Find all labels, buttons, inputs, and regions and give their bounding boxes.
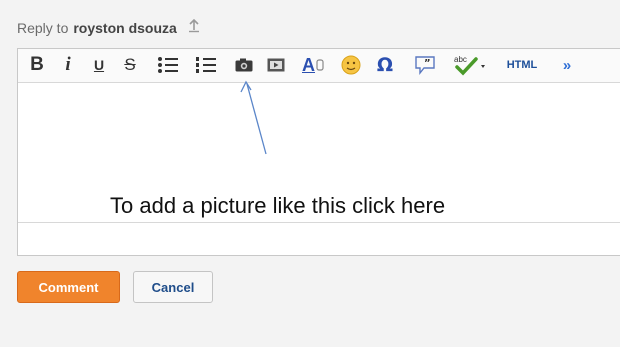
editor-content-area[interactable]: To add a picture like this click here bbox=[18, 83, 620, 221]
more-icon[interactable]: » bbox=[556, 54, 578, 76]
editor-toolbar: B i U S A Ω ” abc HTML » bbox=[18, 49, 620, 83]
comment-button[interactable]: Comment bbox=[17, 271, 120, 303]
bulleted-list-icon[interactable] bbox=[156, 54, 180, 76]
reply-prefix: Reply to bbox=[17, 19, 69, 36]
numbered-list-icon[interactable] bbox=[194, 54, 218, 76]
html-mode-icon[interactable]: HTML bbox=[502, 54, 542, 76]
text-color-letter: A bbox=[302, 54, 315, 75]
annotation-text: To add a picture like this click here bbox=[110, 193, 446, 218]
emoji-icon[interactable] bbox=[340, 54, 362, 76]
bold-icon[interactable]: B bbox=[28, 54, 46, 76]
spellcheck-label: abc bbox=[454, 55, 467, 64]
reply-header: Reply to royston dsouza bbox=[17, 18, 200, 36]
cancel-button[interactable]: Cancel bbox=[133, 271, 213, 303]
reply-username[interactable]: royston dsouza bbox=[73, 20, 176, 36]
reply-up-icon[interactable] bbox=[188, 18, 200, 36]
quote-icon[interactable]: ” bbox=[413, 54, 437, 76]
spellcheck-icon[interactable]: abc bbox=[450, 54, 490, 76]
svg-text:”: ” bbox=[424, 58, 431, 69]
italic-icon[interactable]: i bbox=[61, 54, 75, 76]
underline-icon[interactable]: U bbox=[91, 54, 107, 76]
strikethrough-icon[interactable]: S bbox=[122, 54, 138, 76]
video-icon[interactable] bbox=[266, 54, 286, 76]
text-color-icon[interactable]: A bbox=[300, 54, 326, 76]
camera-icon[interactable] bbox=[234, 54, 254, 76]
comment-editor[interactable]: B i U S A Ω ” abc HTML » To add a pictur… bbox=[17, 48, 620, 256]
special-character-icon[interactable]: Ω bbox=[376, 54, 394, 76]
editor-status-bar bbox=[18, 222, 620, 255]
